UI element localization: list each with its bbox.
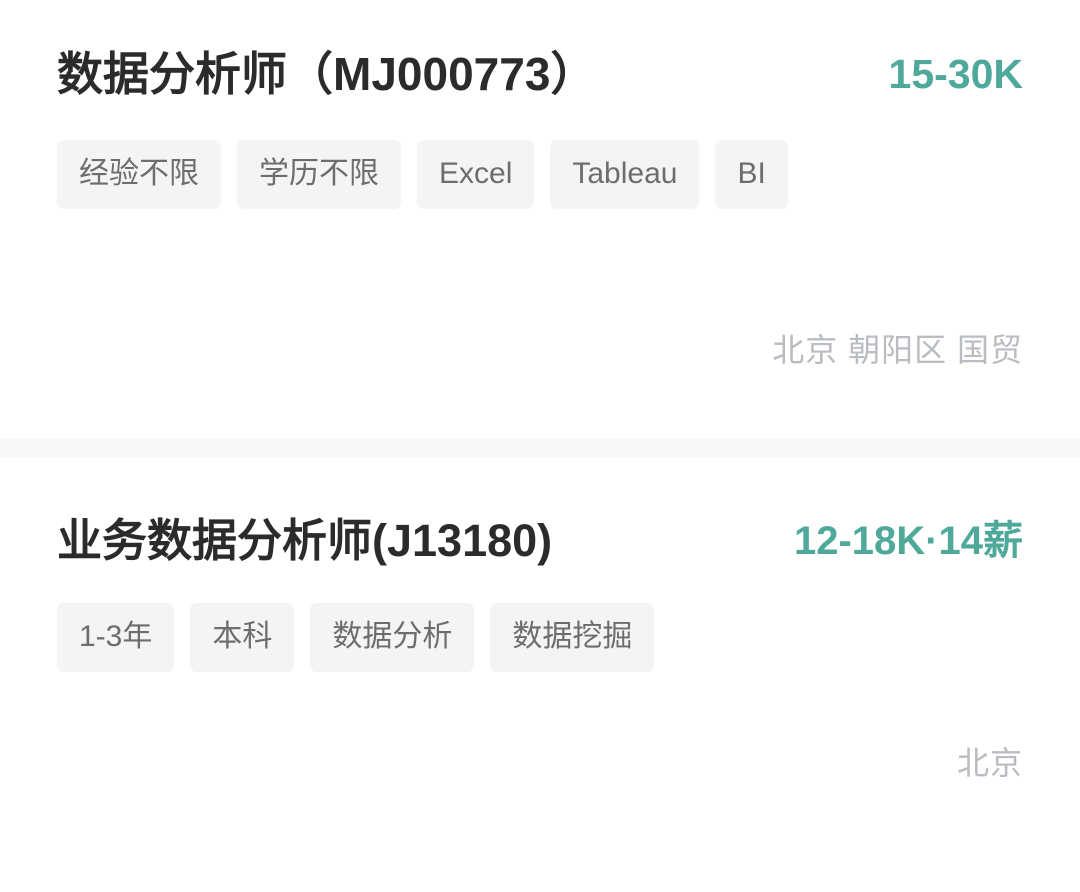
job-tag[interactable]: Tableau [550, 139, 700, 209]
job-tag[interactable]: 本科 [190, 603, 295, 673]
job-list: 数据分析师（MJ000773） 15-30K 经验不限 学历不限 Excel T… [0, 0, 1080, 892]
job-location-row: 北京 朝阳区 国贸 [772, 334, 1023, 366]
job-tag[interactable]: 数据挖掘 [490, 603, 655, 673]
job-salary: 12-18K·14薪 [793, 519, 1023, 564]
job-card[interactable]: 业务数据分析师(J13180) 12-18K·14薪 1-3年 本科 数据分析 … [0, 457, 1080, 892]
job-tag[interactable]: 1-3年 [57, 603, 175, 673]
job-location: 北京 朝阳区 国贸 [772, 332, 1023, 368]
job-tag[interactable]: 学历不限 [237, 139, 401, 209]
job-location: 北京 [956, 745, 1023, 782]
job-salary: 15-30K [888, 51, 1023, 97]
job-title[interactable]: 业务数据分析师(J13180) [57, 515, 552, 567]
job-location-row: 北京 [957, 747, 1023, 779]
job-card-header: 业务数据分析师(J13180) 12-18K·14薪 [57, 515, 1023, 567]
job-card-header: 数据分析师（MJ000773） 15-30K [57, 48, 1023, 101]
job-card[interactable]: 数据分析师（MJ000773） 15-30K 经验不限 学历不限 Excel T… [0, 0, 1080, 440]
job-tag[interactable]: 经验不限 [57, 139, 221, 209]
job-title[interactable]: 数据分析师（MJ000773） [57, 48, 596, 101]
job-tag[interactable]: BI [715, 139, 788, 209]
card-separator [0, 439, 1080, 458]
job-tag-row: 经验不限 学历不限 Excel Tableau BI [57, 139, 1023, 209]
job-tag[interactable]: Excel [417, 139, 535, 209]
job-tag[interactable]: 数据分析 [310, 603, 475, 673]
job-tag-row: 1-3年 本科 数据分析 数据挖掘 [57, 603, 1023, 673]
